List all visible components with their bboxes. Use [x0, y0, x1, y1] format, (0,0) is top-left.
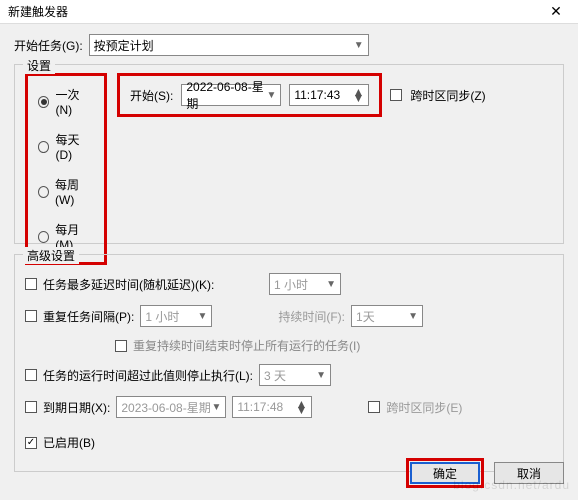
enabled-label: 已启用(B) — [43, 434, 95, 451]
spinner-icon: ▲▼ — [295, 401, 307, 413]
stop-after-checkbox[interactable] — [25, 369, 37, 381]
stop-after-label: 任务的运行时间超过此值则停止执行(L): — [43, 367, 253, 384]
duration-label: 持续时间(F): — [278, 308, 345, 325]
repeat-label: 重复任务间隔(P): — [43, 308, 134, 325]
settings-legend: 设置 — [23, 57, 55, 74]
tz-sync-label: 跨时区同步(Z) — [410, 87, 485, 104]
frequency-radio-group: 一次(N) 每天(D) 每周(W) 每月(M) — [25, 73, 107, 265]
cancel-button[interactable]: 取消 — [494, 462, 564, 484]
stop-all-checkbox — [115, 340, 127, 352]
tz-sync-checkbox[interactable] — [390, 89, 402, 101]
stop-all-label: 重复持续时间结束时停止所有运行的任务(I) — [133, 337, 360, 354]
repeat-checkbox[interactable] — [25, 310, 37, 322]
start-date-input[interactable]: 2022-06-08-星期 ▼ — [181, 84, 281, 106]
ok-button[interactable]: 确定 — [410, 462, 480, 484]
begin-task-label: 开始任务(G): — [14, 37, 83, 54]
expire-checkbox[interactable] — [25, 401, 37, 413]
begin-task-select[interactable]: 按预定计划 ▼ — [89, 34, 369, 56]
start-time-input[interactable]: 11:17:43 ▲▼ — [289, 84, 369, 106]
max-delay-combo[interactable]: 1 小时▼ — [269, 273, 341, 295]
start-label: 开始(S): — [130, 87, 173, 104]
expire-tz-checkbox — [368, 401, 380, 413]
expire-date-input[interactable]: 2023-06-08-星期▼ — [116, 396, 226, 418]
chevron-down-icon: ▼ — [408, 311, 418, 322]
advanced-legend: 高级设置 — [23, 247, 79, 264]
chevron-down-icon: ▼ — [316, 370, 326, 381]
expire-label: 到期日期(X): — [43, 399, 110, 416]
chevron-down-icon: ▼ — [354, 40, 364, 51]
chevron-down-icon: ▼ — [197, 311, 207, 322]
radio-weekly[interactable]: 每周(W) — [38, 176, 94, 207]
chevron-down-icon: ▼ — [211, 402, 221, 413]
spinner-icon[interactable]: ▲▼ — [352, 89, 364, 101]
start-datetime-group: 开始(S): 2022-06-08-星期 ▼ 11:17:43 ▲▼ — [117, 73, 382, 117]
advanced-fieldset: 高级设置 任务最多延迟时间(随机延迟)(K): 1 小时▼ 重复任务间隔(P):… — [14, 254, 564, 472]
stop-after-combo[interactable]: 3 天▼ — [259, 364, 331, 386]
max-delay-checkbox[interactable] — [25, 278, 37, 290]
chevron-down-icon: ▼ — [266, 90, 276, 101]
window-title: 新建触发器 — [8, 3, 68, 20]
chevron-down-icon: ▼ — [326, 279, 336, 290]
begin-task-value: 按预定计划 — [94, 37, 154, 54]
ok-button-highlight: 确定 — [406, 458, 484, 488]
titlebar: 新建触发器 ✕ — [0, 0, 578, 24]
expire-time-input[interactable]: 11:17:48▲▼ — [232, 396, 312, 418]
close-icon[interactable]: ✕ — [538, 3, 574, 20]
radio-once[interactable]: 一次(N) — [38, 86, 94, 117]
repeat-interval-combo[interactable]: 1 小时▼ — [140, 305, 212, 327]
enabled-checkbox[interactable] — [25, 437, 37, 449]
radio-daily[interactable]: 每天(D) — [38, 131, 94, 162]
settings-fieldset: 设置 一次(N) 每天(D) 每周(W) 每月(M) 开始(S): 2022-0… — [14, 64, 564, 244]
duration-combo[interactable]: 1天▼ — [351, 305, 423, 327]
expire-tz-label: 跨时区同步(E) — [386, 399, 462, 416]
max-delay-label: 任务最多延迟时间(随机延迟)(K): — [43, 276, 263, 293]
